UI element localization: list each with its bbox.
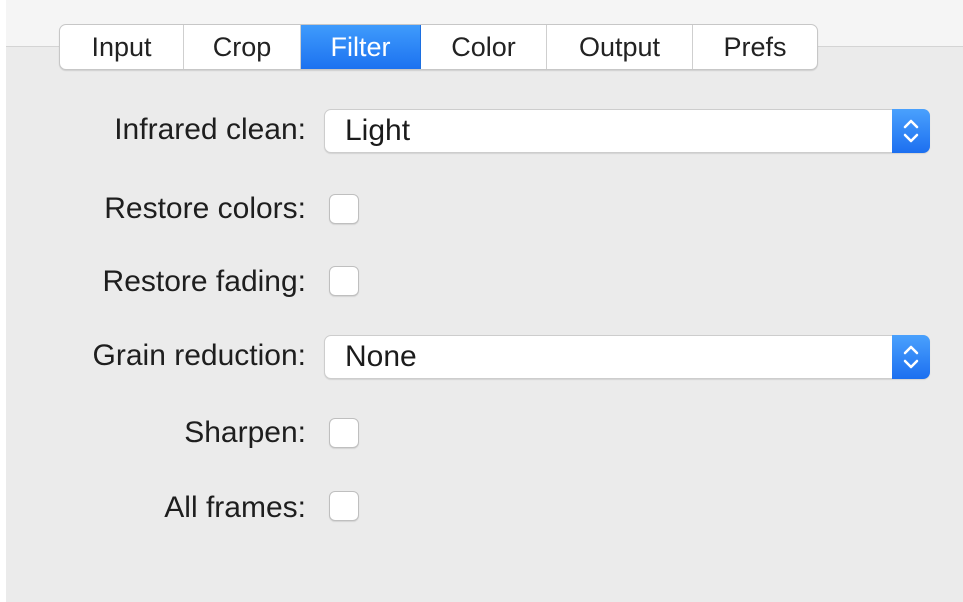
sharpen-checkbox[interactable] bbox=[329, 418, 359, 448]
infrared-clean-value: Light bbox=[345, 114, 411, 147]
infrared-clean-select[interactable]: Light bbox=[324, 109, 930, 153]
grain-reduction-select[interactable]: None bbox=[324, 335, 930, 379]
tab-filter[interactable]: Filter bbox=[301, 25, 421, 69]
infrared-clean-label: Infrared clean: bbox=[114, 113, 306, 146]
all-frames-label: All frames: bbox=[164, 491, 306, 524]
filter-panel: Input Crop Filter Color Output Prefs Inf… bbox=[6, 0, 963, 602]
tab-crop[interactable]: Crop bbox=[184, 25, 301, 69]
tab-input[interactable]: Input bbox=[60, 25, 184, 69]
tab-bar: Input Crop Filter Color Output Prefs bbox=[59, 24, 818, 70]
up-down-chevron-icon[interactable] bbox=[892, 109, 930, 153]
all-frames-checkbox[interactable] bbox=[329, 491, 359, 521]
restore-colors-checkbox[interactable] bbox=[329, 194, 359, 224]
up-down-chevron-icon[interactable] bbox=[892, 335, 930, 379]
sharpen-label: Sharpen: bbox=[184, 416, 306, 449]
grain-reduction-label: Grain reduction: bbox=[92, 339, 306, 372]
grain-reduction-value: None bbox=[345, 340, 417, 373]
tab-output[interactable]: Output bbox=[547, 25, 693, 69]
restore-colors-label: Restore colors: bbox=[104, 192, 306, 225]
restore-fading-label: Restore fading: bbox=[102, 265, 306, 298]
tab-color[interactable]: Color bbox=[421, 25, 547, 69]
restore-fading-checkbox[interactable] bbox=[329, 266, 359, 296]
tab-prefs[interactable]: Prefs bbox=[693, 25, 817, 69]
